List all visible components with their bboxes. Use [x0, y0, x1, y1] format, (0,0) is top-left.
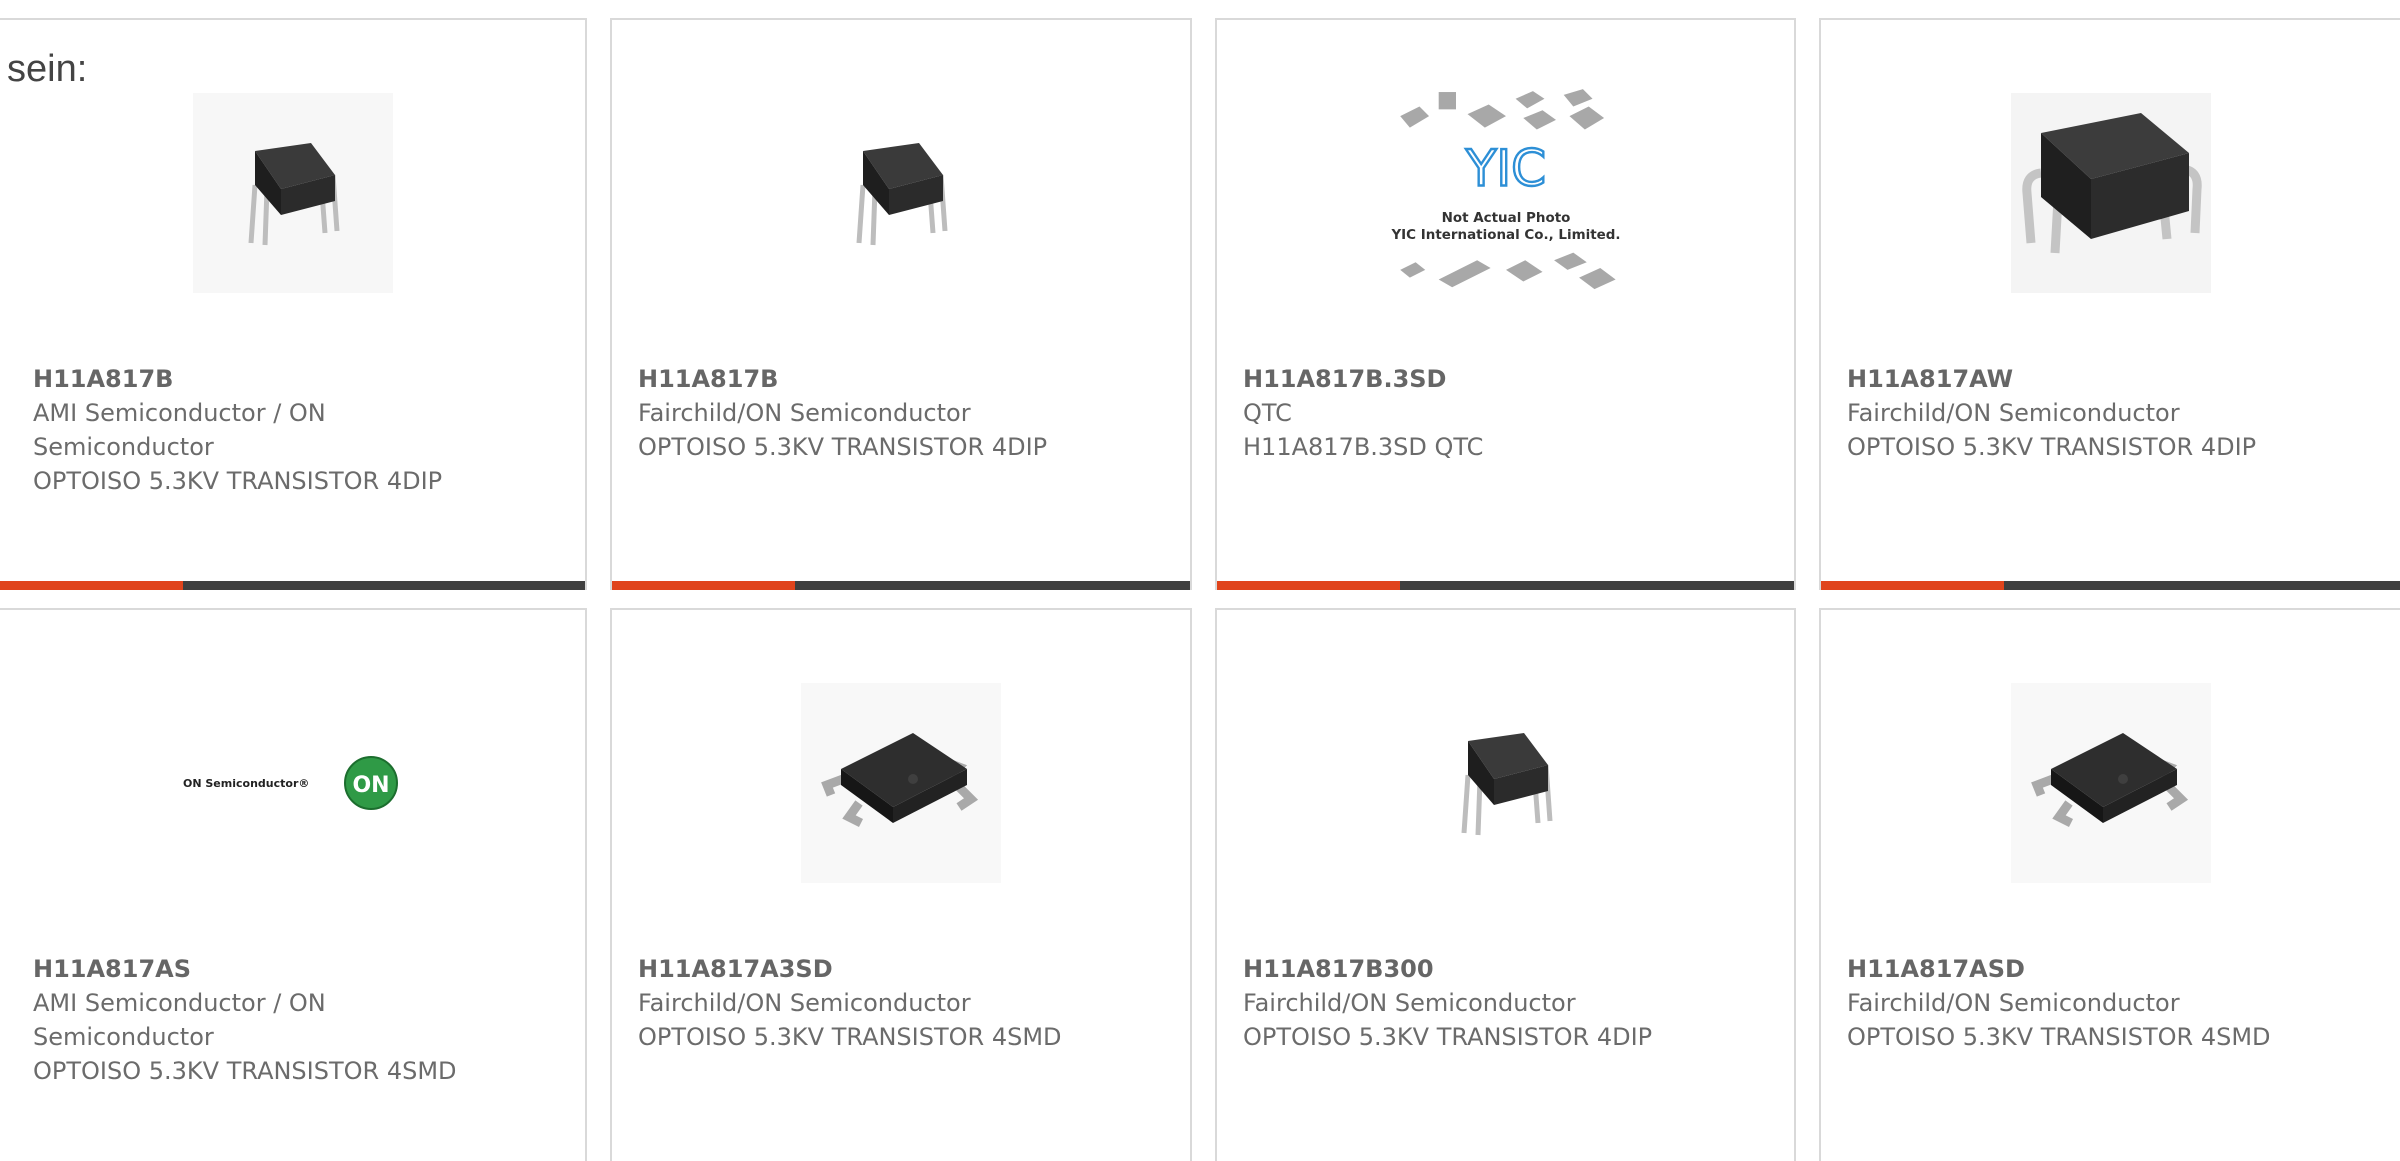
product-card[interactable]: ON Semiconductor® ON H11A817AS AMI Semic… [0, 608, 587, 1161]
logo-text: ON Semiconductor® [183, 777, 309, 790]
description-text: OPTOISO 5.3KV TRANSISTOR 4SMD [33, 1057, 457, 1085]
product-name-link[interactable]: H11A817ASD [1847, 952, 2287, 986]
product-card[interactable]: H11A817A3SD Fairchild/ON Semiconductor O… [610, 608, 1192, 1161]
product-image[interactable]: ON Semiconductor® ON [168, 678, 418, 888]
description-text: H11A817B.3SD QTC [1243, 433, 1484, 461]
manufacturer-text: Fairchild/ON Semiconductor [638, 399, 971, 427]
description-text: OPTOISO 5.3KV TRANSISTOR 4DIP [1243, 1023, 1653, 1051]
placeholder-caption-2: YIC International Co., Limited. [1390, 228, 1620, 243]
smd4-chip-icon [2010, 683, 2211, 883]
product-name-link[interactable]: H11A817B [33, 362, 473, 396]
product-card[interactable]: H11A817B AMI Semiconductor / ON Semicond… [0, 18, 587, 590]
product-image[interactable]: YIC Not Actual Photo YIC International C… [1381, 88, 1631, 298]
product-card[interactable]: H11A817AW Fairchild/ON Semiconductor OPT… [1819, 18, 2400, 590]
logo-badge: ON [352, 773, 389, 798]
placeholder-caption-1: Not Actual Photo [1441, 211, 1570, 226]
product-card[interactable]: H11A817B Fairchild/ON Semiconductor OPTO… [610, 18, 1192, 590]
product-image[interactable] [1381, 678, 1631, 888]
card-accent-bar [1821, 581, 2004, 590]
product-card[interactable]: H11A817B300 Fairchild/ON Semiconductor O… [1215, 608, 1796, 1161]
card-bottom-bar [0, 581, 585, 590]
manufacturer-text: Fairchild/ON Semiconductor [1847, 989, 2180, 1017]
smd4-chip-icon [801, 683, 1001, 883]
description-text: OPTOISO 5.3KV TRANSISTOR 4DIP [33, 467, 443, 495]
manufacturer-text: AMI Semiconductor / ON Semiconductor [33, 399, 326, 461]
product-name-link[interactable]: H11A817B [638, 362, 1078, 396]
manufacturer-text: AMI Semiconductor / ON Semiconductor [33, 989, 326, 1051]
product-card[interactable]: H11A817ASD Fairchild/ON Semiconductor OP… [1819, 608, 2400, 1161]
manufacturer-text: Fairchild/ON Semiconductor [1847, 399, 2180, 427]
manufacturer-text: Fairchild/ON Semiconductor [638, 989, 971, 1017]
product-image[interactable] [1986, 678, 2236, 888]
card-accent-bar [1217, 581, 1400, 590]
card-accent-bar [612, 581, 795, 590]
product-image[interactable] [776, 88, 1026, 298]
product-image[interactable] [168, 88, 418, 298]
page-fragment-text: sein: [7, 48, 88, 90]
manufacturer-text: QTC [1243, 399, 1292, 427]
product-card[interactable]: YIC Not Actual Photo YIC International C… [1215, 18, 1796, 590]
description-text: OPTOISO 5.3KV TRANSISTOR 4DIP [1847, 433, 2257, 461]
dip4-chip-icon [1405, 683, 1606, 883]
product-name-link[interactable]: H11A817AS [33, 952, 473, 986]
product-name-link[interactable]: H11A817B.3SD [1243, 362, 1683, 396]
description-text: OPTOISO 5.3KV TRANSISTOR 4SMD [1847, 1023, 2271, 1051]
placeholder-logo: YIC [1464, 139, 1545, 197]
product-image[interactable] [1986, 88, 2236, 298]
dip4-chip-icon [801, 93, 1001, 293]
dip4-wide-chip-icon [2010, 93, 2211, 293]
manufacturer-text: Fairchild/ON Semiconductor [1243, 989, 1576, 1017]
product-image[interactable] [776, 678, 1026, 888]
dip4-chip-icon [192, 93, 393, 293]
product-name-link[interactable]: H11A817AW [1847, 362, 2287, 396]
on-semiconductor-logo: ON Semiconductor® ON [183, 756, 398, 810]
card-bottom-bar [612, 581, 1190, 590]
product-name-link[interactable]: H11A817A3SD [638, 952, 1078, 986]
card-accent-bar [0, 581, 183, 590]
description-text: OPTOISO 5.3KV TRANSISTOR 4SMD [638, 1023, 1062, 1051]
description-text: OPTOISO 5.3KV TRANSISTOR 4DIP [638, 433, 1048, 461]
product-name-link[interactable]: H11A817B300 [1243, 952, 1683, 986]
card-bottom-bar [1217, 581, 1794, 590]
card-bottom-bar [1821, 581, 2400, 590]
yic-placeholder-icon: YIC Not Actual Photo YIC International C… [1390, 89, 1620, 290]
